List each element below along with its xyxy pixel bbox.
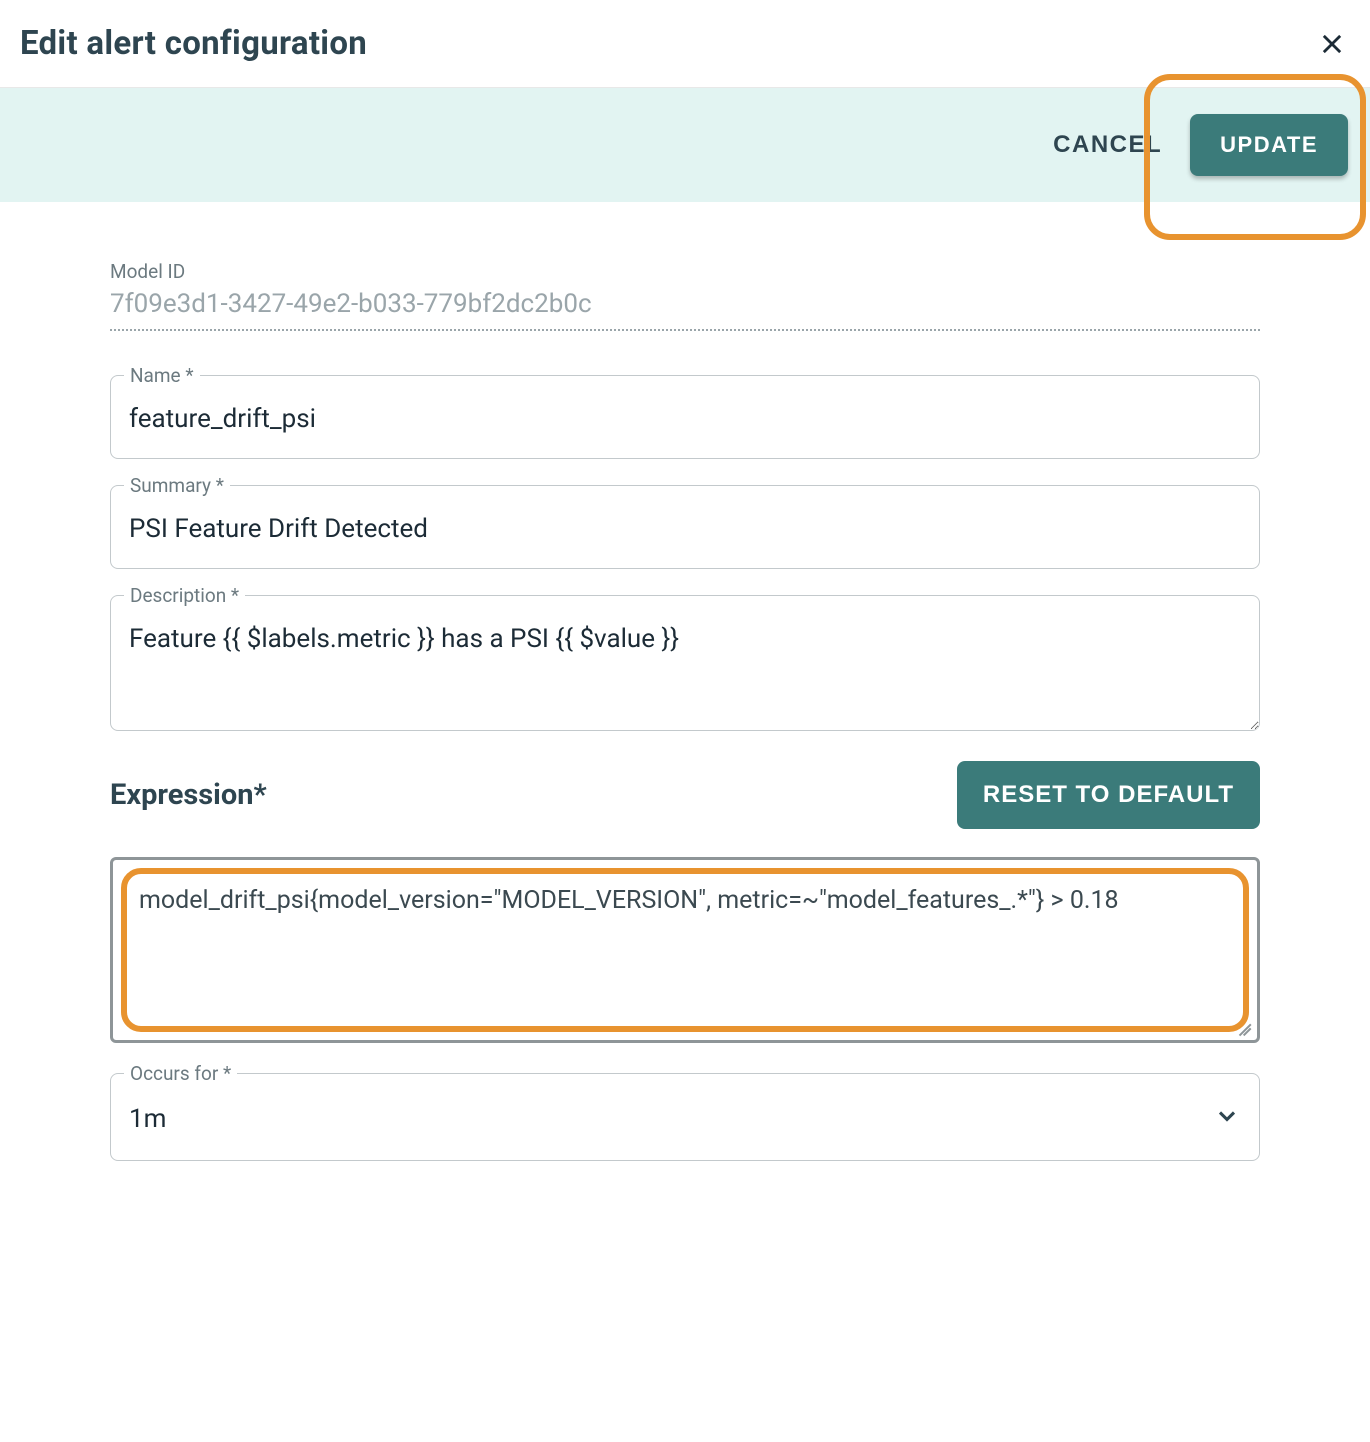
occurs-for-label: Occurs for * xyxy=(124,1062,237,1085)
name-field: Name * xyxy=(110,375,1260,459)
name-label: Name * xyxy=(124,364,200,387)
expression-header: Expression* RESET TO DEFAULT xyxy=(110,761,1260,829)
reset-to-default-button[interactable]: RESET TO DEFAULT xyxy=(957,761,1260,829)
description-field: Description * xyxy=(110,595,1260,735)
expression-input[interactable] xyxy=(139,884,1231,954)
description-label: Description * xyxy=(124,584,245,607)
expression-box xyxy=(110,857,1260,1043)
description-input[interactable] xyxy=(110,595,1260,731)
cancel-button[interactable]: CANCEL xyxy=(1053,131,1162,159)
model-id-value: 7f09e3d1-3427-49e2-b033-779bf2dc2b0c xyxy=(110,289,1260,331)
summary-label: Summary * xyxy=(124,474,230,497)
modal-title: Edit alert configuration xyxy=(20,24,367,63)
modal-header: Edit alert configuration xyxy=(0,0,1370,88)
model-id-block: Model ID 7f09e3d1-3427-49e2-b033-779bf2d… xyxy=(110,260,1260,331)
close-button[interactable] xyxy=(1314,26,1350,62)
close-icon xyxy=(1318,30,1346,58)
summary-input[interactable] xyxy=(110,485,1260,569)
model-id-label: Model ID xyxy=(110,260,1260,283)
form-body: Model ID 7f09e3d1-3427-49e2-b033-779bf2d… xyxy=(0,202,1370,1227)
occurs-for-value: 1m xyxy=(129,1104,166,1134)
summary-field: Summary * xyxy=(110,485,1260,569)
expression-label: Expression* xyxy=(110,778,267,812)
occurs-for-field: Occurs for * 1m xyxy=(110,1073,1260,1161)
resize-handle-icon[interactable] xyxy=(1233,1016,1251,1034)
occurs-for-select[interactable]: 1m xyxy=(110,1073,1260,1161)
name-input[interactable] xyxy=(110,375,1260,459)
expression-highlight-box xyxy=(121,868,1249,1032)
update-button[interactable]: UPDATE xyxy=(1190,114,1348,176)
action-bar: CANCEL UPDATE xyxy=(0,88,1370,202)
chevron-down-icon xyxy=(1213,1102,1241,1136)
